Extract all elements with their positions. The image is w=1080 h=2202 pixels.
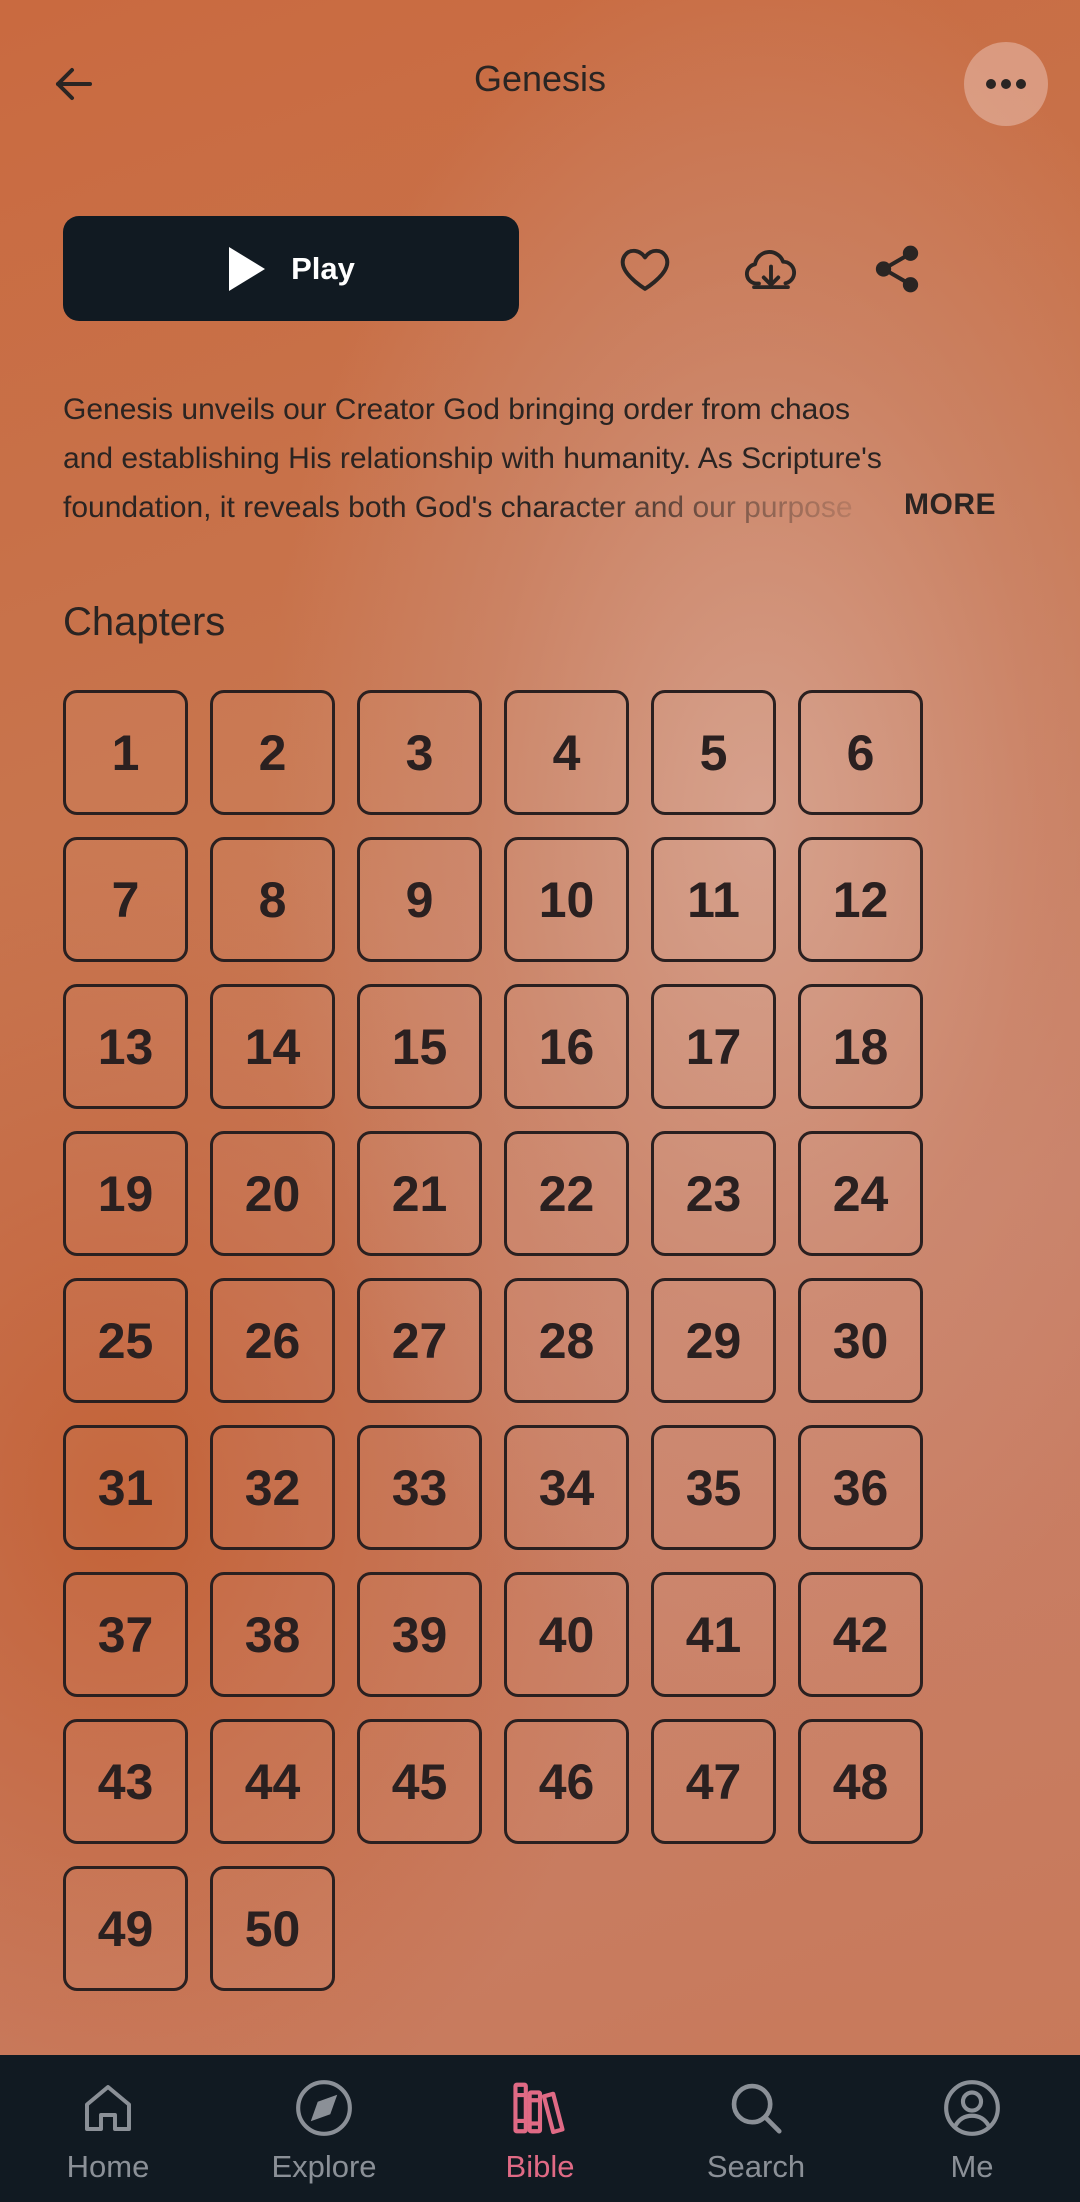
- chapter-button[interactable]: 38: [210, 1572, 335, 1697]
- chapter-button[interactable]: 16: [504, 984, 629, 1109]
- chapter-button[interactable]: 24: [798, 1131, 923, 1256]
- chapter-button[interactable]: 27: [357, 1278, 482, 1403]
- chapter-button[interactable]: 12: [798, 837, 923, 962]
- chapter-button[interactable]: 14: [210, 984, 335, 1109]
- download-button[interactable]: [738, 236, 804, 302]
- chapter-button[interactable]: 3: [357, 690, 482, 815]
- page-title: Genesis: [473, 58, 607, 99]
- play-label: Play: [291, 250, 355, 286]
- chapter-button[interactable]: 39: [357, 1572, 482, 1697]
- chapter-button[interactable]: 50: [210, 1866, 335, 1991]
- nav-item-bible[interactable]: Bible: [432, 2055, 648, 2202]
- chapter-button[interactable]: 28: [504, 1278, 629, 1403]
- chapter-button[interactable]: 47: [651, 1719, 776, 1844]
- chapter-button[interactable]: 18: [798, 984, 923, 1109]
- chapter-button[interactable]: 46: [504, 1719, 629, 1844]
- chapter-button[interactable]: 35: [651, 1425, 776, 1550]
- share-icon: [875, 245, 919, 293]
- chapter-button[interactable]: 33: [357, 1425, 482, 1550]
- chapter-button[interactable]: 31: [63, 1425, 188, 1550]
- chapter-button[interactable]: 30: [798, 1278, 923, 1403]
- chapter-button[interactable]: 5: [651, 690, 776, 815]
- chapter-button[interactable]: 32: [210, 1425, 335, 1550]
- user-circle-icon: [939, 2075, 1005, 2141]
- chapters-heading: Chapters: [63, 600, 226, 644]
- more-link[interactable]: MORE: [904, 488, 996, 522]
- nav-label: Me: [950, 2149, 994, 2184]
- chapter-button[interactable]: 7: [63, 837, 188, 962]
- bottom-nav: Home Explore Bible Search Me: [0, 2055, 1080, 2202]
- nav-label: Bible: [505, 2149, 575, 2184]
- chapter-button[interactable]: 8: [210, 837, 335, 962]
- chapter-button[interactable]: 41: [651, 1572, 776, 1697]
- chapter-button[interactable]: 17: [651, 984, 776, 1109]
- chapter-button[interactable]: 43: [63, 1719, 188, 1844]
- nav-item-search[interactable]: Search: [648, 2055, 864, 2202]
- nav-item-me[interactable]: Me: [864, 2055, 1080, 2202]
- chapter-button[interactable]: 48: [798, 1719, 923, 1844]
- chapter-button[interactable]: 19: [63, 1131, 188, 1256]
- chapter-button[interactable]: 2: [210, 690, 335, 815]
- chapter-button[interactable]: 42: [798, 1572, 923, 1697]
- chapter-button[interactable]: 15: [357, 984, 482, 1109]
- cloud-download-icon: [745, 250, 796, 290]
- chapter-button[interactable]: 23: [651, 1131, 776, 1256]
- nav-label: Home: [66, 2149, 150, 2184]
- chapter-button[interactable]: 34: [504, 1425, 629, 1550]
- favorite-button[interactable]: [612, 236, 678, 302]
- chapter-button[interactable]: 1: [63, 690, 188, 815]
- chapter-button[interactable]: 4: [504, 690, 629, 815]
- chapter-button[interactable]: 22: [504, 1131, 629, 1256]
- chapter-button[interactable]: 25: [63, 1278, 188, 1403]
- chapter-button[interactable]: 20: [210, 1131, 335, 1256]
- nav-label: Search: [706, 2149, 806, 2184]
- chapter-button[interactable]: 10: [504, 837, 629, 962]
- nav-label: Explore: [271, 2149, 377, 2184]
- chapter-button[interactable]: 21: [357, 1131, 482, 1256]
- chapter-button[interactable]: 9: [357, 837, 482, 962]
- play-button[interactable]: Play: [63, 216, 519, 321]
- book-description: Genesis unveils our Creator God bringing…: [63, 393, 882, 524]
- search-icon: [723, 2075, 789, 2141]
- chapter-button[interactable]: 36: [798, 1425, 923, 1550]
- nav-item-explore[interactable]: Explore: [216, 2055, 432, 2202]
- more-horizontal-icon: [986, 79, 1026, 89]
- chapter-button[interactable]: 40: [504, 1572, 629, 1697]
- heart-icon: [620, 248, 670, 291]
- compass-icon: [291, 2075, 357, 2141]
- chapter-button[interactable]: 49: [63, 1866, 188, 1991]
- chapter-button[interactable]: 29: [651, 1278, 776, 1403]
- chapter-button[interactable]: 11: [651, 837, 776, 962]
- chapter-button[interactable]: 26: [210, 1278, 335, 1403]
- header: Genesis: [0, 0, 1080, 170]
- nav-item-home[interactable]: Home: [0, 2055, 216, 2202]
- chapter-button[interactable]: 6: [798, 690, 923, 815]
- chapter-button[interactable]: 44: [210, 1719, 335, 1844]
- home-icon: [75, 2075, 141, 2141]
- share-button[interactable]: [864, 236, 930, 302]
- chapter-button[interactable]: 45: [357, 1719, 482, 1844]
- chapter-grid: 1 2 3 4 5 6 7 8 9 10 11 12 13 14 15 16 17 18 19 20 21 22 23 24 2…: [63, 690, 933, 1991]
- play-icon: [229, 246, 266, 291]
- books-icon: [507, 2075, 573, 2141]
- more-menu-button[interactable]: [964, 42, 1048, 126]
- chapter-button[interactable]: 13: [63, 984, 188, 1109]
- chapter-button[interactable]: 37: [63, 1572, 188, 1697]
